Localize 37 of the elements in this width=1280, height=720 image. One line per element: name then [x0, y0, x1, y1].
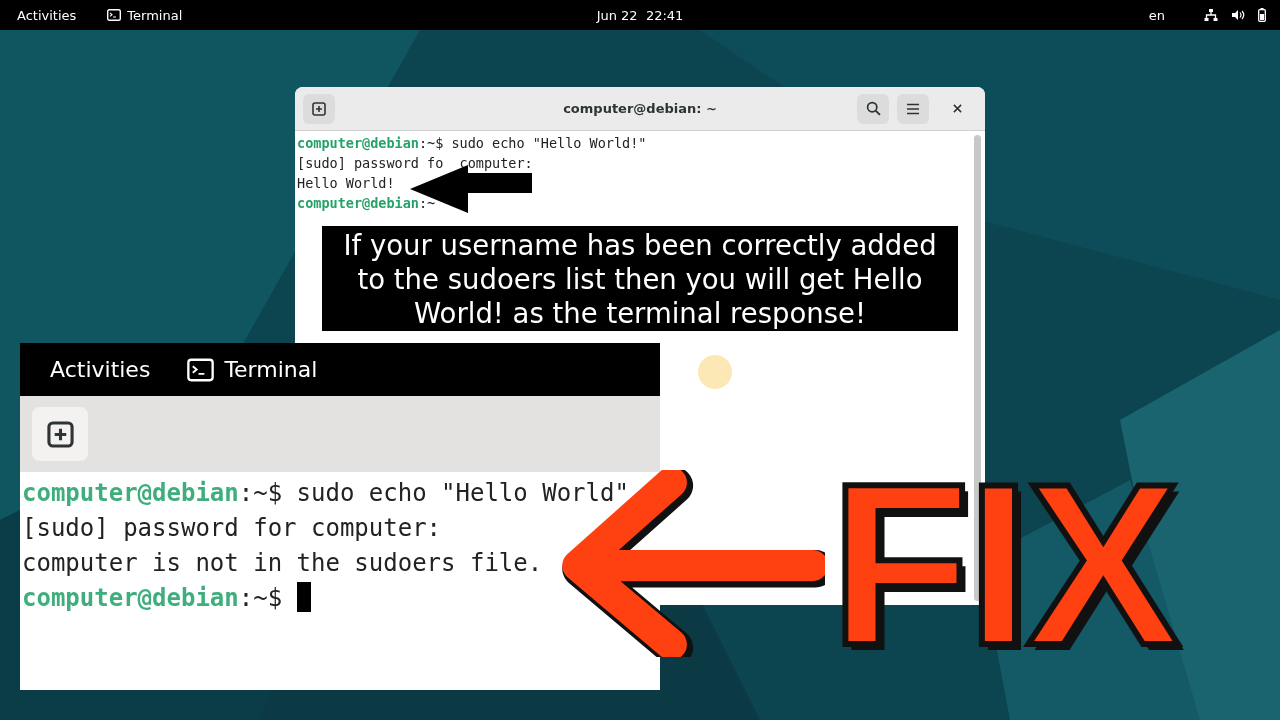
terminal-text: :~	[418, 195, 436, 211]
close-icon	[952, 104, 962, 113]
terminal-text: [sudo] password fo	[297, 155, 444, 171]
activities-button[interactable]: Activities	[17, 7, 77, 23]
battery-icon[interactable]	[1258, 8, 1266, 22]
keyboard-layout-indicator[interactable]: en	[1148, 7, 1165, 23]
search-icon	[865, 101, 881, 116]
activities-button[interactable]: Activities	[50, 357, 151, 382]
search-button[interactable]	[857, 93, 889, 124]
terminal-text: :~$	[238, 584, 284, 612]
app-menu[interactable]: Terminal	[187, 357, 318, 382]
volume-icon[interactable]	[1231, 8, 1245, 22]
terminal-text: computer is not in the sudoers file.	[22, 549, 543, 577]
window-title: computer@debian: ~	[563, 101, 717, 116]
prompt-text: computer@debian	[297, 195, 419, 211]
terminal-text: computer:	[459, 155, 533, 171]
plus-icon	[312, 101, 326, 116]
prompt-text: computer@debian	[22, 584, 239, 612]
terminal-text: [sudo] password for computer:	[22, 514, 442, 542]
terminal-text: :~$ sudo echo "Hello World!"	[418, 135, 647, 151]
new-tab-button[interactable]	[32, 407, 88, 461]
headline: FIX	[830, 450, 1176, 680]
network-icon[interactable]	[1204, 8, 1218, 22]
text-cursor	[296, 582, 311, 612]
menu-button[interactable]	[897, 93, 929, 124]
terminal-text: Hello World!	[297, 175, 395, 191]
prompt-text: computer@debian	[297, 135, 419, 151]
terminal-text: :~$ sudo echo "Hello World"	[238, 479, 629, 507]
app-menu[interactable]: Terminal	[107, 7, 183, 23]
prompt-text: computer@debian	[22, 479, 239, 507]
new-tab-button[interactable]	[303, 93, 335, 124]
clock[interactable]: Jun 22 22:41	[596, 7, 684, 23]
menu-icon	[906, 102, 920, 115]
caption: If your username has been correctly added to the sudoers list then you will get Hello World! as the terminal response!	[322, 226, 958, 331]
terminal-icon	[107, 9, 122, 21]
plus-icon	[46, 420, 74, 448]
terminal-icon	[187, 357, 215, 382]
